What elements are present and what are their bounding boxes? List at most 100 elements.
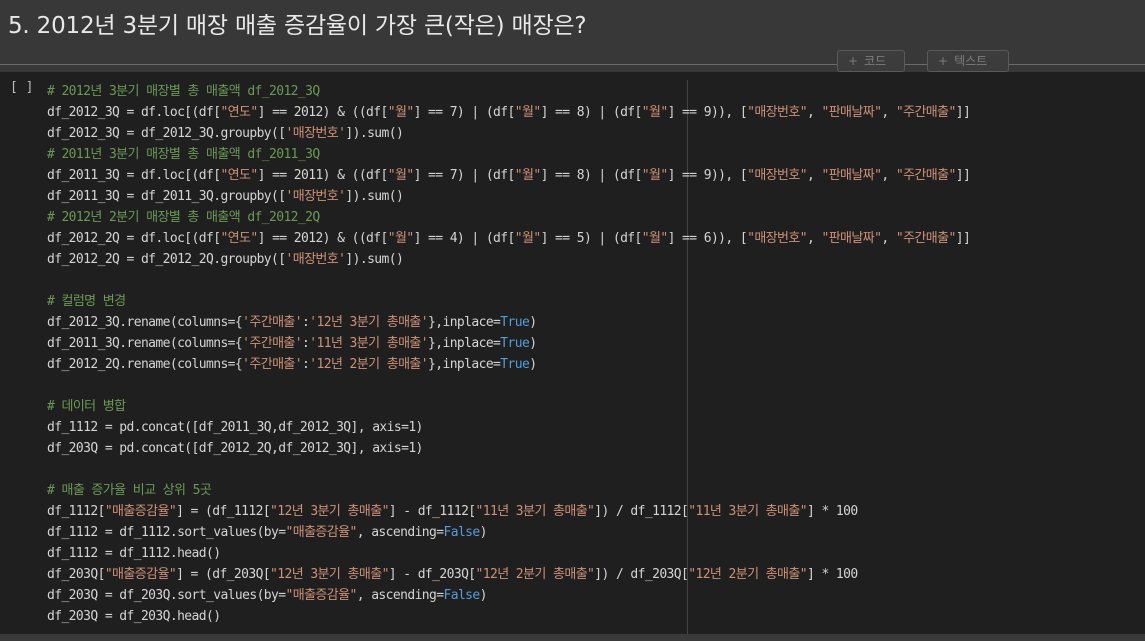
code-line: # 2011년 3분기 매장별 총 매출액 df_2011_3Q	[47, 144, 970, 165]
code-token: df_2011_3Q.rename(columns={	[47, 336, 243, 351]
code-token: df_203Q = df_203Q.sort_values(by=	[47, 588, 286, 603]
code-line: df_2011_3Q = df_2011_3Q.groupby(['매장번호']…	[47, 186, 970, 207]
code-string: "판매날짜"	[821, 168, 882, 183]
code-string: "매장번호"	[747, 168, 808, 183]
code-token: ] == 2012) & ((df[	[257, 231, 389, 246]
code-token: ]) / df_1112[	[594, 504, 689, 519]
code-token: ] = (df_203Q[	[176, 567, 271, 582]
code-token: ] == 2011) & ((df[	[257, 168, 389, 183]
code-token: ,	[807, 231, 822, 246]
code-string: "매출증감율"	[104, 567, 177, 582]
code-token: df_1112 = df_1112.head()	[47, 546, 221, 561]
code-string: "월"	[514, 231, 541, 246]
add-text-label: 텍스트	[954, 54, 988, 68]
code-string: "월"	[641, 105, 668, 120]
code-line: # 컬럼명 변경	[47, 291, 970, 312]
code-line: df_2012_2Q = df_2012_2Q.groupby(['매장번호']…	[47, 249, 970, 270]
code-token: df_2012_2Q = df.loc[(df[	[47, 231, 221, 246]
code-token: ] == 7) | (df[	[413, 168, 516, 183]
code-string: "월"	[387, 105, 414, 120]
add-code-cell-button[interactable]: + 코드	[837, 50, 905, 72]
code-line: # 2012년 2분기 매장별 총 매출액 df_2012_2Q	[47, 207, 970, 228]
code-cell[interactable]: [ ] # 2012년 3분기 매장별 총 매출액 df_2012_3Q df_2…	[0, 72, 1145, 634]
code-token: , ascending=	[356, 588, 444, 603]
code-token: ] == 6)), [	[667, 231, 748, 246]
code-line: df_2011_3Q = df.loc[(df["연도"] == 2011) &…	[47, 165, 971, 186]
code-string: "주간매출"	[895, 105, 957, 120]
code-token: df_203Q = pd.concat([df_2012_2Q,df_2012_…	[47, 441, 423, 456]
code-string: "매출증감율"	[285, 525, 357, 540]
code-token: ] = (df_1112[	[176, 504, 271, 519]
code-token: , ascending=	[356, 525, 444, 540]
code-token: ] == 9)), [	[667, 168, 748, 183]
code-line: df_203Q["매출증감율"] = (df_203Q["12년 3분기 총매출…	[47, 564, 970, 585]
code-string: "매출증감율"	[104, 504, 177, 519]
cell-bottom-strip	[0, 634, 1145, 641]
code-string: "12년 3분기 총매출"	[270, 567, 389, 582]
code-string: "월"	[387, 231, 414, 246]
code-token: ]).sum()	[345, 252, 404, 267]
code-string: '12년 2분기 총매출'	[309, 357, 429, 372]
plus-icon: +	[938, 54, 949, 68]
code-token: ,	[807, 168, 822, 183]
add-text-cell-button[interactable]: + 텍스트	[927, 50, 1009, 72]
code-token: ] == 5) | (df[	[540, 231, 643, 246]
code-keyword: True	[500, 336, 530, 351]
code-string: "매장번호"	[747, 105, 808, 120]
code-line: df_2012_2Q = df.loc[(df["연도"] == 2012) &…	[47, 228, 971, 249]
code-string: "월"	[641, 168, 668, 183]
code-string: '매장번호'	[285, 189, 346, 204]
code-token: )	[529, 315, 537, 330]
code-line: df_203Q = df_203Q.sort_values(by="매출증감율"…	[47, 585, 970, 606]
code-token: ,	[881, 168, 896, 183]
code-token: df_2012_2Q = df_2012_2Q.groupby([	[47, 252, 286, 267]
code-line: # 2012년 3분기 매장별 총 매출액 df_2012_3Q	[47, 81, 970, 102]
code-string: "주간매출"	[895, 231, 957, 246]
code-string: "11년 3분기 총매출"	[475, 504, 595, 519]
code-token: ] * 100	[806, 504, 858, 519]
code-line: df_2012_3Q.rename(columns={'주간매출':'12년 3…	[47, 312, 970, 333]
code-string: "월"	[387, 168, 414, 183]
code-token: ] == 8) | (df[	[540, 105, 643, 120]
code-keyword: False	[443, 525, 480, 540]
code-token: df_2012_2Q.rename(columns={	[47, 357, 243, 372]
code-line: df_203Q = df_203Q.head()	[47, 606, 970, 627]
code-string: '11년 3분기 총매출'	[309, 336, 429, 351]
code-token: ]) / df_203Q[	[594, 567, 689, 582]
code-string: "판매날짜"	[821, 105, 882, 120]
code-token: },inplace=	[428, 315, 501, 330]
code-string: "매출증감율"	[285, 588, 357, 603]
code-token: ] == 4) | (df[	[413, 231, 516, 246]
code-token: ]).sum()	[345, 189, 404, 204]
code-token: df_203Q = df_203Q.head()	[47, 609, 221, 624]
code-string: "12년 3분기 총매출"	[270, 504, 389, 519]
run-cell-button[interactable]: [ ]	[10, 80, 33, 95]
code-token: },inplace=	[428, 336, 501, 351]
code-token: ]]	[955, 105, 971, 120]
code-token: df_2011_3Q = df.loc[(df[	[47, 168, 221, 183]
add-code-label: 코드	[864, 54, 887, 68]
code-string: "월"	[641, 231, 668, 246]
code-editor[interactable]: # 2012년 3분기 매장별 총 매출액 df_2012_3Q df_2012_…	[47, 81, 971, 627]
code-token: df_2012_3Q = df_2012_3Q.groupby([	[47, 126, 286, 141]
code-string: '매장번호'	[285, 126, 346, 141]
code-string: "판매날짜"	[821, 231, 882, 246]
code-line: df_203Q = pd.concat([df_2012_2Q,df_2012_…	[47, 438, 970, 459]
code-keyword: False	[443, 588, 480, 603]
code-comment: # 2012년 2분기 매장별 총 매출액 df_2012_2Q	[47, 210, 320, 225]
code-keyword: True	[500, 357, 530, 372]
code-token: df_2012_3Q = df.loc[(df[	[47, 105, 221, 120]
code-token: df_2011_3Q = df_2011_3Q.groupby([	[47, 189, 286, 204]
code-token: ,	[807, 105, 822, 120]
code-line: df_2012_3Q = df_2012_3Q.groupby(['매장번호']…	[47, 123, 970, 144]
code-string: "매장번호"	[747, 231, 808, 246]
code-comment: # 매출 증가율 비교 상위 5곳	[47, 483, 212, 498]
code-line: df_2011_3Q.rename(columns={'주간매출':'11년 3…	[47, 333, 970, 354]
code-token: )	[479, 588, 488, 603]
code-comment: # 컬럼명 변경	[47, 294, 126, 309]
code-string: "연도"	[220, 231, 258, 246]
code-string: "연도"	[220, 105, 258, 120]
code-string: "월"	[514, 105, 541, 120]
